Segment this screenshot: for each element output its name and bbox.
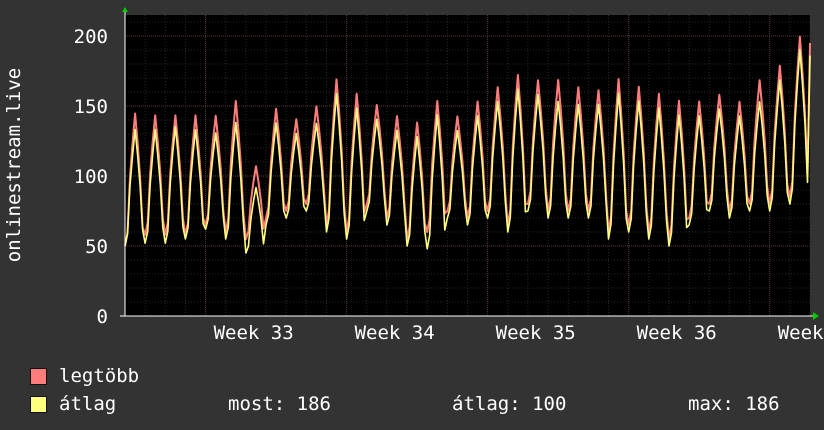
x-tick-label: Week 33 [214, 322, 294, 344]
x-tick-label: Week [778, 322, 824, 344]
legend-item-avg: átlag most: 186 átlag: 100 max: 186 [30, 390, 810, 418]
x-tick-label: Week 35 [496, 322, 576, 344]
stat-max-label: max: [688, 393, 734, 415]
y-tick-labels: 0 50 100 150 200 [74, 26, 108, 328]
stat-now: most: 186 [228, 390, 331, 418]
y-tick-label: 100 [74, 166, 108, 188]
stat-avg: átlag: 100 [452, 390, 566, 418]
y-axis-arrow [122, 7, 128, 12]
x-axis-arrow [813, 312, 819, 320]
stat-now-value: 186 [296, 393, 331, 415]
y-tick-label: 150 [74, 96, 108, 118]
legend-item-max: legtöbb [30, 362, 810, 390]
stat-now-label: most: [228, 393, 286, 415]
legend: legtöbb átlag most: 186 átlag: 100 max: … [30, 362, 810, 418]
y-axis-label: onlinestream.live [3, 68, 25, 262]
legend-swatch-max [30, 367, 47, 385]
x-tick-label: Week 34 [355, 322, 435, 344]
stat-avg-value: 100 [532, 393, 567, 415]
legend-label-avg: átlag [59, 393, 117, 415]
legend-label-max: legtöbb [59, 365, 140, 387]
x-tick-label: Week 36 [637, 322, 717, 344]
stat-max-value: 186 [745, 393, 780, 415]
legend-swatch-avg [30, 395, 47, 413]
y-tick-label: 50 [85, 236, 108, 258]
y-tick-label: 200 [74, 26, 108, 48]
line-chart: 050100150200 Week 33 Week 34 Week 35 Week 3… [3, 7, 824, 344]
x-tick-labels: Week 33 Week 34 Week 35 Week 36 Week [214, 322, 824, 344]
y-tick-label: 0 [97, 306, 108, 328]
stat-max: max: 186 [688, 390, 780, 418]
stat-avg-label: átlag: [452, 393, 521, 415]
